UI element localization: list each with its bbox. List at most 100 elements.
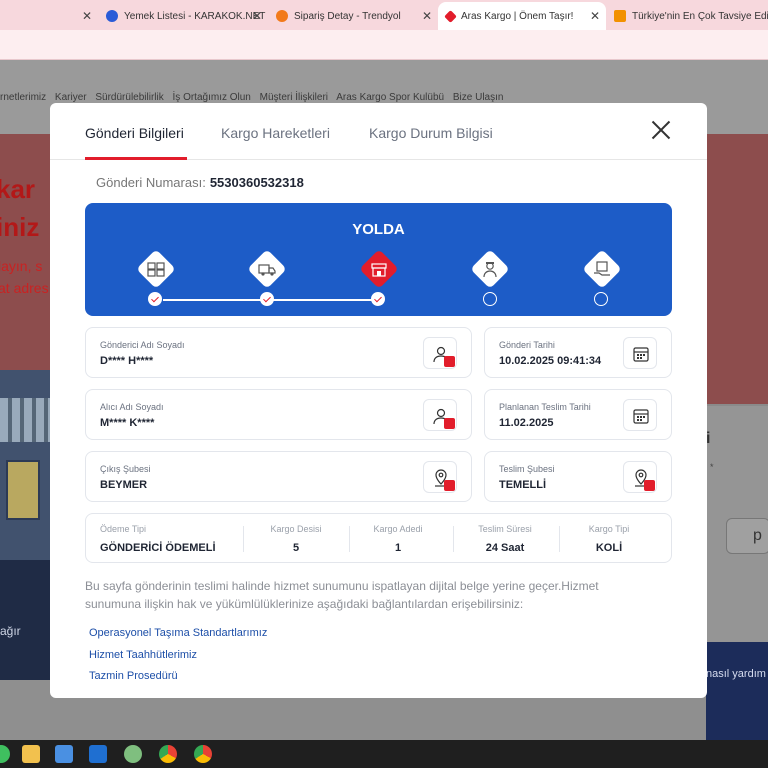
app-icon[interactable] xyxy=(124,745,142,763)
calendar-icon xyxy=(633,409,649,424)
browser-tab-strip: ✕ Yemek Listesi - KARAKOK.NET ✕ Sipariş … xyxy=(0,0,768,30)
step-courier xyxy=(470,249,510,289)
cargo-type: Kargo Tipi KOLİ xyxy=(559,514,659,564)
origin-icon-box xyxy=(423,461,457,493)
sender-value: D**** H**** xyxy=(100,355,154,367)
outlook-icon[interactable] xyxy=(89,745,107,763)
tab-cargo-movements[interactable]: Kargo Hareketleri xyxy=(221,125,330,141)
courier-icon xyxy=(483,262,497,278)
summary-label: Kargo Desisi xyxy=(270,524,322,534)
link-compensation-procedure[interactable]: Tazmin Prosedürü xyxy=(89,670,178,682)
truck-icon xyxy=(258,264,276,276)
cargo-count: Kargo Adedi 1 xyxy=(349,514,447,564)
step-dot-done xyxy=(260,292,274,306)
receiver-label: Alıcı Adı Soyadı xyxy=(100,402,164,412)
step-dot-done xyxy=(148,292,162,306)
send-date-card: Gönderi Tarihi 10.02.2025 09:41:34 xyxy=(484,327,672,378)
close-icon[interactable] xyxy=(651,120,671,140)
boxes-icon xyxy=(147,262,165,277)
sender-card: Gönderici Adı Soyadı D**** H**** xyxy=(85,327,472,378)
chrome-profile-icon[interactable] xyxy=(194,745,212,763)
browser-tab-karakok[interactable]: Yemek Listesi - KARAKOK.NET ✕ xyxy=(98,2,268,30)
shipment-modal: Gönderi Bilgileri Kargo Hareketleri Karg… xyxy=(50,103,707,698)
address-bar[interactable] xyxy=(0,30,768,60)
hepsiburada-favicon-icon xyxy=(614,10,626,22)
taskbar xyxy=(0,740,768,768)
side-card-sub: * xyxy=(710,462,714,472)
tab-title: Türkiye'nin En Çok Tavsiye Edile xyxy=(632,10,768,22)
app-icon[interactable] xyxy=(0,745,10,763)
hero-heading: iniz xyxy=(0,212,40,242)
help-banner-text[interactable]: nasıl yardım xyxy=(706,668,766,680)
karakok-favicon-icon xyxy=(106,10,118,22)
side-card-button[interactable]: p xyxy=(726,518,768,554)
step-truck xyxy=(247,249,287,289)
step-dot-pending xyxy=(594,292,608,306)
tab-close-icon[interactable]: ✕ xyxy=(590,9,600,23)
tracking-number-row: Gönderi Numarası: 5530360532318 xyxy=(96,175,304,190)
tab-title: Yemek Listesi - KARAKOK.NET xyxy=(124,10,266,22)
summary-value: 5 xyxy=(292,542,300,554)
file-explorer-icon[interactable] xyxy=(22,745,40,763)
origin-value: BEYMER xyxy=(100,479,148,491)
summary-label: Kargo Adedi xyxy=(373,524,423,534)
browser-tab-hepsiburada[interactable]: Türkiye'nin En Çok Tavsiye Edile xyxy=(606,2,768,30)
incoming-arrow-icon xyxy=(644,480,655,491)
trendyol-favicon-icon xyxy=(276,10,288,22)
receiver-card: Alıcı Adı Soyadı M**** K**** xyxy=(85,389,472,440)
status-title: YOLDA xyxy=(352,221,405,238)
dark-panel: ağır xyxy=(0,560,50,680)
tab-cargo-status[interactable]: Kargo Durum Bilgisi xyxy=(369,125,493,141)
browser-tab[interactable]: ✕ xyxy=(0,2,98,30)
awning xyxy=(0,398,50,442)
chrome-icon[interactable] xyxy=(159,745,177,763)
summary-value: 1 xyxy=(394,542,402,554)
nav-link[interactable]: Sürdürülebilirlik xyxy=(95,92,163,103)
step-dot-pending xyxy=(483,292,497,306)
hero-subtext: layın, s xyxy=(0,258,43,274)
cargo-desi: Kargo Desisi 5 xyxy=(243,514,349,564)
receiver-value: M**** K**** xyxy=(100,417,155,429)
store-icon xyxy=(371,263,387,277)
tracking-number: 5530360532318 xyxy=(209,175,304,190)
storefront-illustration xyxy=(0,370,50,560)
tab-title: Sipariş Detay - Trendyol xyxy=(294,10,401,22)
side-card: i * p xyxy=(706,406,768,656)
delivery-branch-value: TEMELLİ xyxy=(499,479,547,491)
step-dot-done xyxy=(371,292,385,306)
tab-shipment-info[interactable]: Gönderi Bilgileri xyxy=(85,125,184,141)
nav-link[interactable]: Aras Kargo Spor Kulübü xyxy=(336,92,444,103)
planned-date-label: Planlanan Teslim Tarihi xyxy=(499,402,591,412)
browser-tab-trendyol[interactable]: Sipariş Detay - Trendyol ✕ xyxy=(268,2,438,30)
outgoing-arrow-icon xyxy=(444,356,455,367)
shipment-summary: Ödeme Tipi GÖNDERİCİ ÖDEMELİ Kargo Desis… xyxy=(85,513,672,563)
outgoing-arrow-icon xyxy=(444,480,455,491)
store-app-icon[interactable] xyxy=(55,745,73,763)
step-store-current xyxy=(359,249,399,289)
dark-panel-text: ağır xyxy=(0,624,21,638)
link-service-commitments[interactable]: Hizmet Taahhütlerimiz xyxy=(89,649,197,661)
summary-label: Ödeme Tipi xyxy=(100,524,147,534)
tab-title: Aras Kargo | Önem Taşır! xyxy=(461,10,574,22)
incoming-arrow-icon xyxy=(444,418,455,429)
nav-link[interactable]: rnetlerimiz xyxy=(0,92,46,103)
hero-subtext: at adres xyxy=(0,280,49,296)
summary-value: 24 Saat xyxy=(485,542,525,554)
browser-tab-aras-kargo[interactable]: Aras Kargo | Önem Taşır! ✕ xyxy=(438,2,606,30)
nav-link[interactable]: Kariyer xyxy=(55,92,87,103)
summary-value: KOLİ xyxy=(595,542,623,554)
planned-date-icon-box xyxy=(623,399,657,431)
delivery-branch-icon-box xyxy=(623,461,657,493)
summary-value: GÖNDERİCİ ÖDEMELİ xyxy=(100,542,216,554)
nav-link[interactable]: Bize Ulaşın xyxy=(453,92,504,103)
delivery-duration: Teslim Süresi 24 Saat xyxy=(453,514,557,564)
summary-label: Teslim Süresi xyxy=(478,524,532,534)
tab-close-icon[interactable]: ✕ xyxy=(422,9,432,23)
tracking-label: Gönderi Numarası: xyxy=(96,175,206,190)
nav-link[interactable]: Müşteri İlişkileri xyxy=(260,92,328,103)
tab-close-icon[interactable]: ✕ xyxy=(82,9,92,23)
planned-date-value: 11.02.2025 xyxy=(499,417,554,429)
tab-close-icon[interactable]: ✕ xyxy=(252,9,262,23)
nav-link[interactable]: İş Ortağımız Olun xyxy=(173,92,251,103)
link-operational-standards[interactable]: Operasyonel Taşıma Standartlarımız xyxy=(89,627,267,639)
